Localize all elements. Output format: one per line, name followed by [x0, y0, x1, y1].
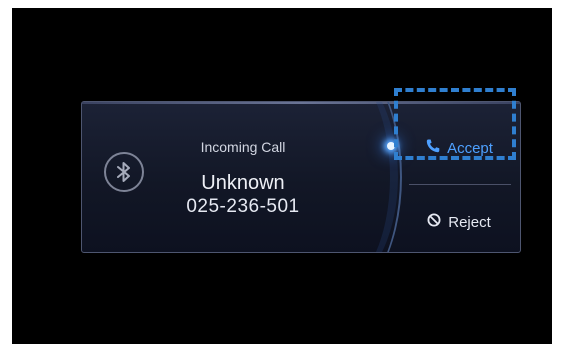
- accept-highlight-box: [394, 88, 516, 160]
- block-icon: [427, 213, 441, 232]
- reject-call-button[interactable]: Reject: [407, 204, 511, 240]
- bluetooth-icon: [104, 152, 144, 192]
- reject-label: Reject: [448, 213, 491, 231]
- decorative-arc: [272, 102, 402, 252]
- display-screen: Incoming Call Unknown 025-236-501 Accept…: [12, 8, 552, 344]
- button-divider: [409, 184, 511, 185]
